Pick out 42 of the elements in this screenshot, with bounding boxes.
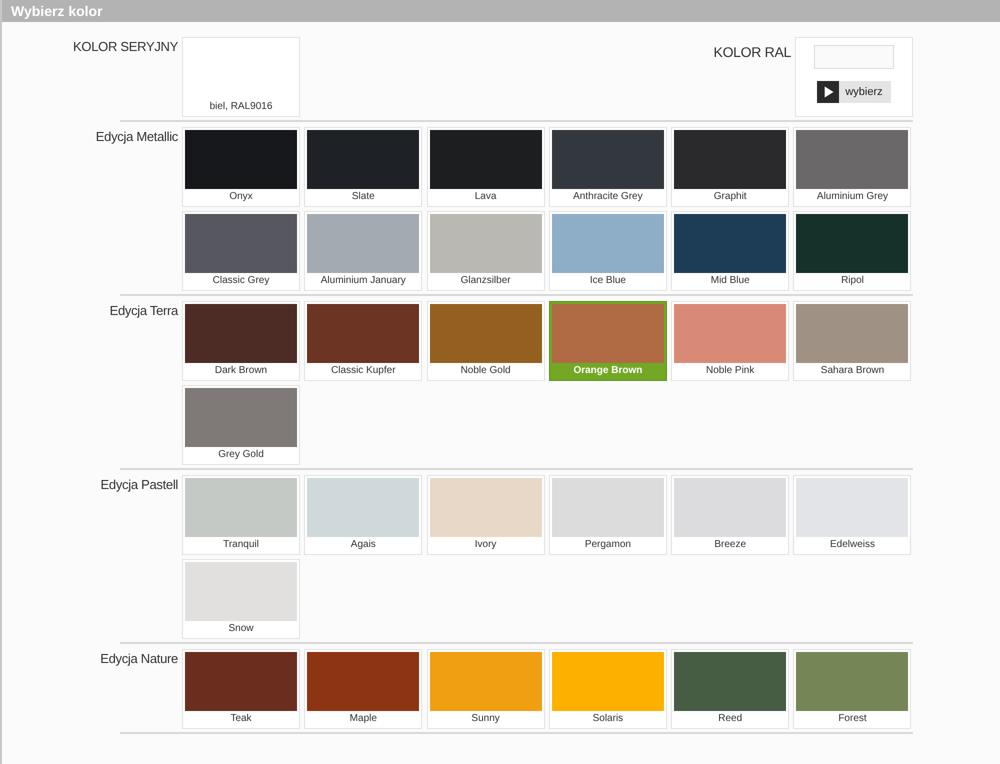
color-swatch-tile[interactable]: biel, RAL9016	[182, 37, 300, 117]
color-swatch-tile[interactable]: Ice Blue	[548, 211, 667, 291]
color-swatch-tile[interactable]: Breeze	[671, 475, 790, 555]
color-swatch-tile[interactable]: Forest	[793, 649, 912, 729]
color-swatch-tile[interactable]: Slate	[304, 127, 422, 207]
play-icon	[817, 81, 840, 103]
color-swatch-tile[interactable]: Pergamon	[548, 475, 667, 555]
color-swatch-tile[interactable]: Graphit	[671, 127, 790, 207]
ral-input-field[interactable]	[814, 45, 894, 69]
color-swatch-tile[interactable]: Noble Pink	[671, 301, 790, 381]
ral-label: KOLOR RAL	[714, 43, 791, 62]
color-swatch-tile[interactable]: Agais	[304, 475, 422, 555]
color-swatch-tile[interactable]: Lava	[426, 127, 545, 207]
color-swatch-tile[interactable]: Dark Brown	[182, 301, 300, 381]
section-label: Edycja Pastell	[100, 476, 178, 492]
color-swatch-tile[interactable]: Maple	[304, 649, 422, 729]
color-swatch-tile[interactable]: Onyx	[182, 127, 300, 207]
color-swatch-tile[interactable]: Ivory	[426, 475, 545, 555]
color-swatch-tile[interactable]: Sahara Brown	[793, 301, 912, 381]
color-swatch-tile[interactable]: Anthracite Grey	[548, 127, 667, 207]
color-swatch-tile[interactable]: Reed	[671, 649, 790, 729]
choose-button[interactable]: wybierz	[817, 81, 891, 103]
color-swatch-tile[interactable]: Grey Gold	[182, 385, 300, 465]
color-swatch-tile[interactable]: Edelweiss	[793, 475, 912, 555]
color-swatch-tile[interactable]: Aluminium Grey	[793, 127, 912, 207]
color-swatch-tile[interactable]: Noble Gold	[426, 301, 545, 381]
color-swatch-tile[interactable]: Snow	[182, 559, 300, 639]
color-swatch-tile[interactable]: Solaris	[548, 649, 667, 729]
color-swatch-tile[interactable]: Ripol	[793, 211, 912, 291]
color-swatch-tile[interactable]: Teak	[182, 649, 300, 729]
color-swatch-tile[interactable]: Classic Kupfer	[304, 301, 422, 381]
color-swatch-tile[interactable]: Sunny	[426, 649, 545, 729]
section-label: Edycja Terra	[110, 302, 178, 318]
color-swatch-tile[interactable]: Tranquil	[182, 475, 300, 555]
color-swatch-tile[interactable]: Aluminium January	[304, 211, 422, 291]
section-label: KOLOR SERYJNY	[73, 38, 178, 54]
section-label: Edycja Nature	[100, 650, 178, 666]
color-swatch-tile[interactable]: Mid Blue	[671, 211, 790, 291]
dialog-title: Wybierz kolor	[11, 3, 103, 19]
color-swatch-tile[interactable]: Classic Grey	[182, 211, 300, 291]
section-label: Edycja Metallic	[96, 128, 178, 144]
color-swatch-tile[interactable]: Glanzsilber	[426, 211, 545, 291]
